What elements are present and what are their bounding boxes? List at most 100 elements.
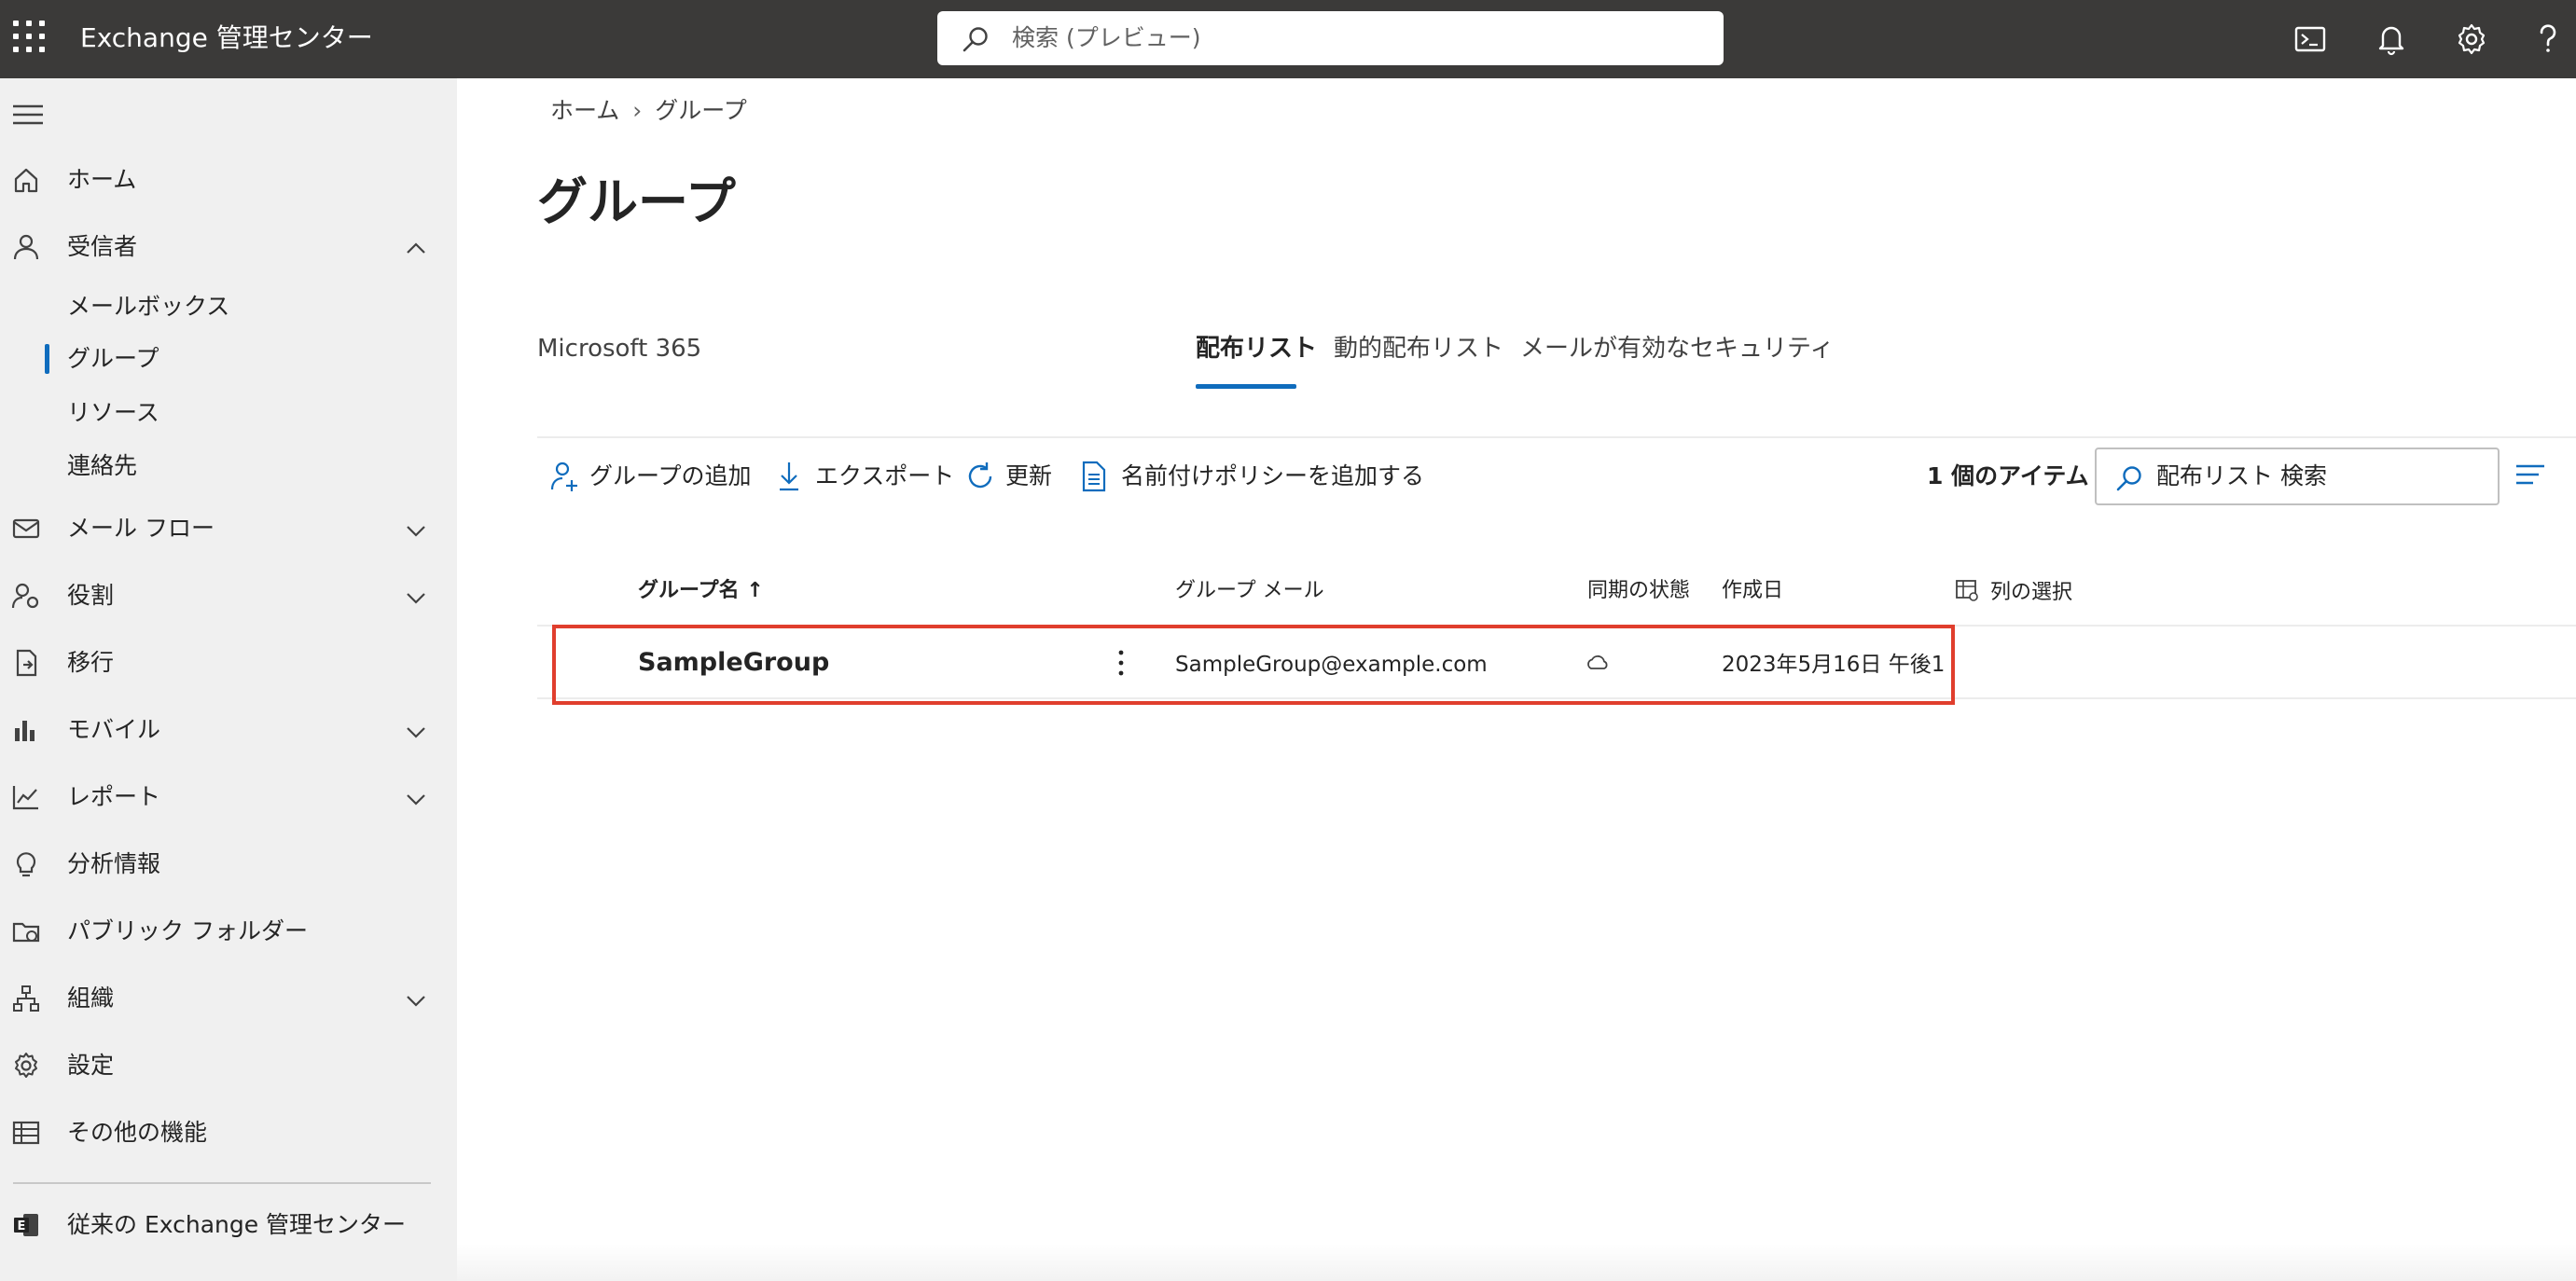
terminal-icon[interactable] [2290, 19, 2331, 60]
breadcrumb-current: グループ [655, 97, 747, 124]
chevron-down-icon[interactable] [405, 721, 427, 743]
app-title[interactable]: Exchange 管理センター [80, 21, 373, 56]
list-search-input[interactable]: 配布リスト 検索 [2095, 448, 2500, 505]
table-icon [12, 1121, 40, 1145]
sidebar-item-label: メール フロー [67, 515, 215, 542]
sidebar-item-groups[interactable]: グループ [0, 335, 457, 383]
column-header-sync[interactable]: 同期の状態 [1587, 576, 1690, 606]
chevron-right-icon: › [632, 97, 643, 124]
sidebar-item-label: 役割 [67, 582, 115, 609]
sidebar-item-insights[interactable]: 分析情報 [0, 836, 457, 892]
choose-columns-button[interactable]: 列の選択 [1990, 578, 2072, 608]
export-button[interactable]: エクスポート [776, 451, 955, 503]
settings-icon [15, 1053, 37, 1078]
sidebar-item-label: レポート [67, 783, 161, 810]
sidebar-item-label: 移行 [67, 649, 115, 676]
tab-dynamic-distribution-list[interactable]: 動的配布リスト [1334, 332, 1503, 365]
sidebar-item-label: グループ [67, 345, 159, 372]
sidebar-item-organization[interactable]: 組織 [0, 971, 457, 1026]
sidebar: ホーム 受信者 メールボックス グループ リソース 連絡先 メール フロー 役割… [0, 78, 457, 1281]
sidebar-item-classic-eac[interactable]: E 従来の Exchange 管理センター [0, 1197, 457, 1253]
migration-icon [16, 649, 37, 677]
svg-text:E: E [18, 1219, 26, 1233]
sidebar-item-mobile[interactable]: モバイル [0, 702, 457, 758]
person-icon [13, 234, 39, 260]
report-icon [12, 786, 38, 810]
sidebar-item-contacts[interactable]: 連絡先 [0, 442, 457, 490]
sidebar-item-settings[interactable]: 設定 [0, 1038, 457, 1094]
public-folder-icon [12, 922, 40, 943]
mobile-icon [15, 721, 35, 741]
sidebar-item-recipients[interactable]: 受信者 [0, 219, 457, 275]
search-icon [2116, 466, 2141, 491]
sidebar-item-mail-flow[interactable]: メール フロー [0, 501, 457, 557]
sidebar-item-mailboxes[interactable]: メールボックス [0, 282, 457, 331]
column-header-name[interactable]: グループ名 ↑ [638, 576, 764, 606]
exchange-logo-icon: E [14, 1214, 38, 1236]
home-icon [14, 168, 38, 193]
sidebar-item-label: 分析情報 [67, 850, 161, 877]
role-icon [11, 583, 39, 609]
global-search-input[interactable]: 検索 (プレビュー) [937, 11, 1724, 65]
sidebar-item-migration[interactable]: 移行 [0, 635, 457, 691]
sidebar-item-label: 従来の Exchange 管理センター [67, 1211, 407, 1238]
sidebar-divider [13, 1182, 431, 1184]
sidebar-item-label: ホーム [67, 166, 137, 193]
add-naming-policy-label: 名前付けポリシーを追加する [1121, 462, 1425, 489]
sidebar-item-label: リソース [67, 399, 159, 426]
toolbar-divider [537, 436, 2576, 438]
column-header-email[interactable]: グループ メール [1175, 576, 1324, 606]
selected-indicator [45, 344, 49, 374]
active-tab-indicator [1196, 384, 1296, 389]
sidebar-item-home[interactable]: ホーム [0, 152, 457, 208]
add-naming-policy-button[interactable]: 名前付けポリシーを追加する [1080, 451, 1424, 503]
org-icon [13, 985, 39, 1012]
sidebar-item-public-folders[interactable]: パブリック フォルダー [0, 903, 457, 959]
sidebar-item-label: パブリック フォルダー [67, 917, 308, 944]
page-title: グループ [537, 172, 736, 231]
tab-distribution-list[interactable]: 配布リスト [1196, 332, 1317, 365]
add-group-label: グループの追加 [589, 462, 752, 489]
chevron-down-icon[interactable] [405, 788, 427, 810]
chevron-down-icon[interactable] [405, 519, 427, 542]
help-icon[interactable] [2528, 19, 2569, 60]
refresh-button[interactable]: 更新 [964, 451, 1067, 503]
sidebar-item-resources[interactable]: リソース [0, 389, 457, 437]
add-group-button[interactable]: グループの追加 [550, 451, 765, 503]
sidebar-item-label: メールボックス [67, 293, 230, 320]
breadcrumb: ホーム › グループ [550, 95, 747, 127]
tab-microsoft-365[interactable]: Microsoft 365 [537, 332, 701, 365]
search-placeholder: 検索 (プレビュー) [1012, 24, 1201, 51]
sidebar-item-label: 組織 [67, 985, 115, 1012]
chevron-down-icon[interactable] [405, 989, 427, 1012]
sidebar-item-label: 設定 [67, 1052, 115, 1079]
list-search-value: 配布リスト 検索 [2156, 462, 2327, 489]
document-icon [1082, 461, 1106, 492]
column-header-created[interactable]: 作成日 [1722, 576, 1783, 606]
sidebar-item-label: 連絡先 [67, 452, 138, 479]
items-count: 1 個のアイテム [1927, 462, 2089, 489]
add-person-icon [550, 461, 577, 491]
waffle-icon[interactable] [13, 21, 47, 54]
column-options-icon[interactable] [1955, 578, 1979, 602]
filter-icon[interactable] [2514, 461, 2546, 489]
chevron-down-icon[interactable] [405, 586, 427, 609]
sidebar-item-roles[interactable]: 役割 [0, 568, 457, 624]
gear-icon[interactable] [2451, 19, 2492, 60]
refresh-label: 更新 [1005, 462, 1053, 489]
breadcrumb-home[interactable]: ホーム [550, 95, 619, 127]
bell-icon[interactable] [2371, 19, 2412, 60]
mail-icon [12, 518, 40, 539]
tab-mail-enabled-security[interactable]: メールが有効なセキュリティ [1520, 332, 1834, 365]
sidebar-item-label: その他の機能 [67, 1119, 208, 1146]
chevron-up-icon[interactable] [405, 238, 427, 260]
sidebar-item-reports[interactable]: レポート [0, 769, 457, 825]
highlight-box [552, 625, 1955, 705]
hamburger-menu-icon[interactable] [13, 103, 43, 127]
download-icon [780, 462, 798, 491]
lightbulb-icon [16, 852, 36, 877]
sidebar-item-more-features[interactable]: その他の機能 [0, 1105, 457, 1161]
main-content: ホーム › グループ グループ Microsoft 365 配布リスト 動的配布リス… [457, 78, 2576, 1281]
bottom-shadow [457, 1244, 2576, 1281]
export-label: エクスポート [815, 462, 955, 489]
